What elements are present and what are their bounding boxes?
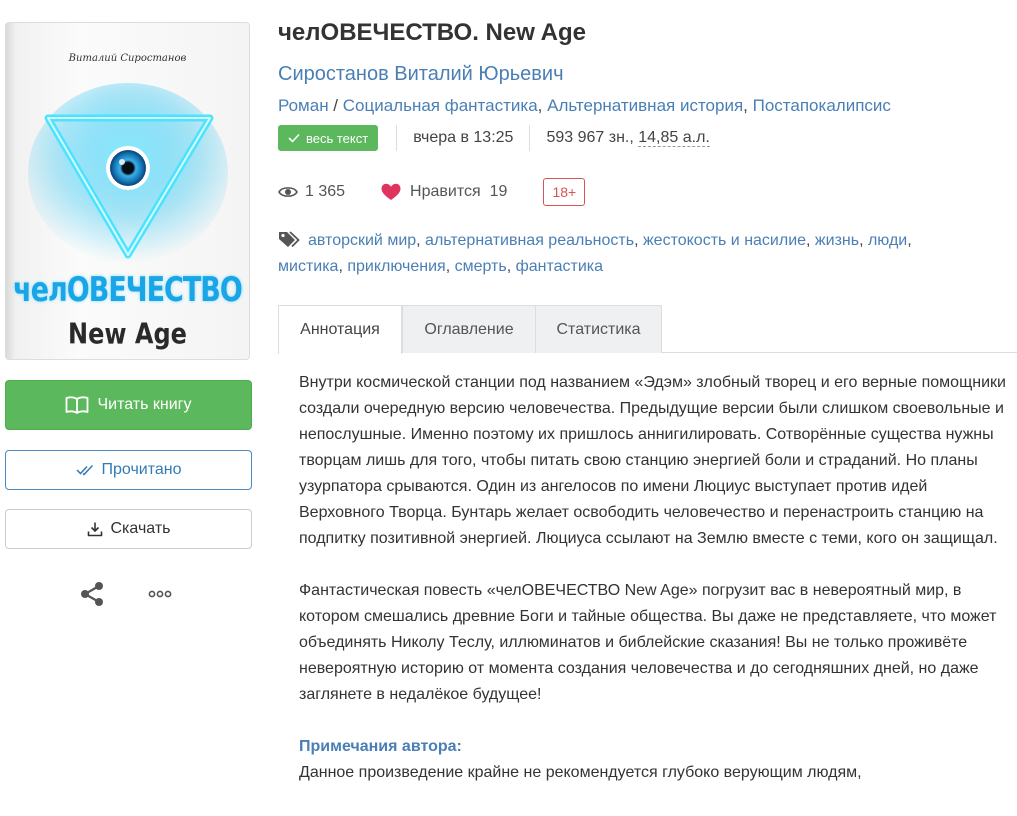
- double-check-icon: [75, 464, 93, 476]
- book-title: челОВЕЧЕСТВО. New Age: [278, 19, 587, 46]
- views: 1 365: [278, 183, 345, 201]
- annotation-paragraph-1: Внутри космической станции под названием…: [299, 374, 1006, 547]
- cover-title-line2: New Age: [68, 317, 187, 351]
- book-cover[interactable]: Виталий Сиростанов челОВЕЧЕСТВО New Age: [5, 22, 250, 360]
- author-notes-title: Примечания автора:: [299, 738, 462, 755]
- annotation-panel: Внутри космической станции под названием…: [299, 370, 1009, 786]
- full-text-badge: весь текст: [278, 125, 379, 151]
- size-chars: 593 967 зн.,: [546, 129, 639, 146]
- tags: авторский мир, альтернативная реальность…: [278, 231, 912, 275]
- author-notes-text: Данное произведение крайне не рекомендуе…: [299, 764, 862, 781]
- annotation-paragraph-2: Фантастическая повесть «челОВЕЧЕСТВО New…: [299, 582, 997, 703]
- download-button[interactable]: Скачать: [5, 509, 252, 549]
- tag-link[interactable]: жизнь: [815, 232, 859, 249]
- check-icon: [288, 133, 300, 143]
- tags-icon: [279, 231, 300, 248]
- tag-link[interactable]: авторский мир: [308, 232, 416, 249]
- tag-link[interactable]: жестокость и насилие: [643, 232, 806, 249]
- read-book-button[interactable]: Читать книгу: [5, 380, 252, 430]
- share-row: [78, 580, 172, 608]
- tab-contents[interactable]: Оглавление: [402, 305, 536, 353]
- divider: [529, 125, 531, 151]
- share-icon[interactable]: [78, 580, 106, 608]
- genre-link[interactable]: Социальная фантастика: [343, 96, 538, 115]
- tab-annotation[interactable]: Аннотация: [278, 305, 402, 354]
- full-text-label: весь текст: [306, 130, 369, 146]
- download-label: Скачать: [110, 520, 171, 537]
- tag-link[interactable]: приключения: [347, 258, 445, 275]
- views-count: 1 365: [305, 183, 346, 200]
- tag-link[interactable]: люди: [868, 232, 907, 249]
- more-icon[interactable]: [148, 589, 172, 599]
- tag-link[interactable]: мистика: [278, 258, 338, 275]
- heart-icon: [381, 183, 401, 200]
- status-row: весь текст вчера в 13:25 593 967 зн., 14…: [278, 125, 710, 151]
- read-book-label: Читать книгу: [97, 396, 192, 413]
- cover-title-line1: челОВЕЧЕСТВО: [13, 271, 243, 310]
- size-al[interactable]: 14,85 а.л.: [638, 129, 710, 147]
- age-rating-badge: 18+: [543, 178, 586, 206]
- download-icon: [87, 522, 102, 537]
- mark-read-label: Прочитано: [101, 461, 182, 478]
- book-open-icon: [66, 396, 89, 414]
- mark-read-button[interactable]: Прочитано: [5, 450, 252, 490]
- updated-time: вчера в 13:25: [413, 129, 514, 146]
- genre-link[interactable]: Альтернативная история: [547, 96, 743, 115]
- author-link[interactable]: Сиростанов Виталий Юрьевич: [278, 63, 564, 86]
- book-size: 593 967 зн., 14,85 а.л.: [546, 129, 710, 147]
- eye-icon: [278, 187, 298, 197]
- tag-link[interactable]: альтернативная реальность: [425, 232, 634, 249]
- book-tabs: Аннотация Оглавление Статистика: [278, 305, 1017, 354]
- likes-label: Нравится: [410, 183, 481, 200]
- genres: Роман / Социальная фантастика, Альтернат…: [278, 96, 891, 115]
- divider: [396, 125, 398, 151]
- like-button[interactable]: Нравится 19: [381, 183, 507, 201]
- genre-link[interactable]: Постапокалипсис: [753, 96, 891, 115]
- tag-link[interactable]: фантастика: [516, 258, 603, 275]
- tag-link[interactable]: смерть: [455, 258, 507, 275]
- genre-link[interactable]: Роман: [278, 96, 329, 115]
- stats-row: 1 365 Нравится 19 18+: [278, 178, 586, 206]
- tab-statistics[interactable]: Статистика: [535, 305, 662, 353]
- likes-count: 19: [489, 183, 508, 200]
